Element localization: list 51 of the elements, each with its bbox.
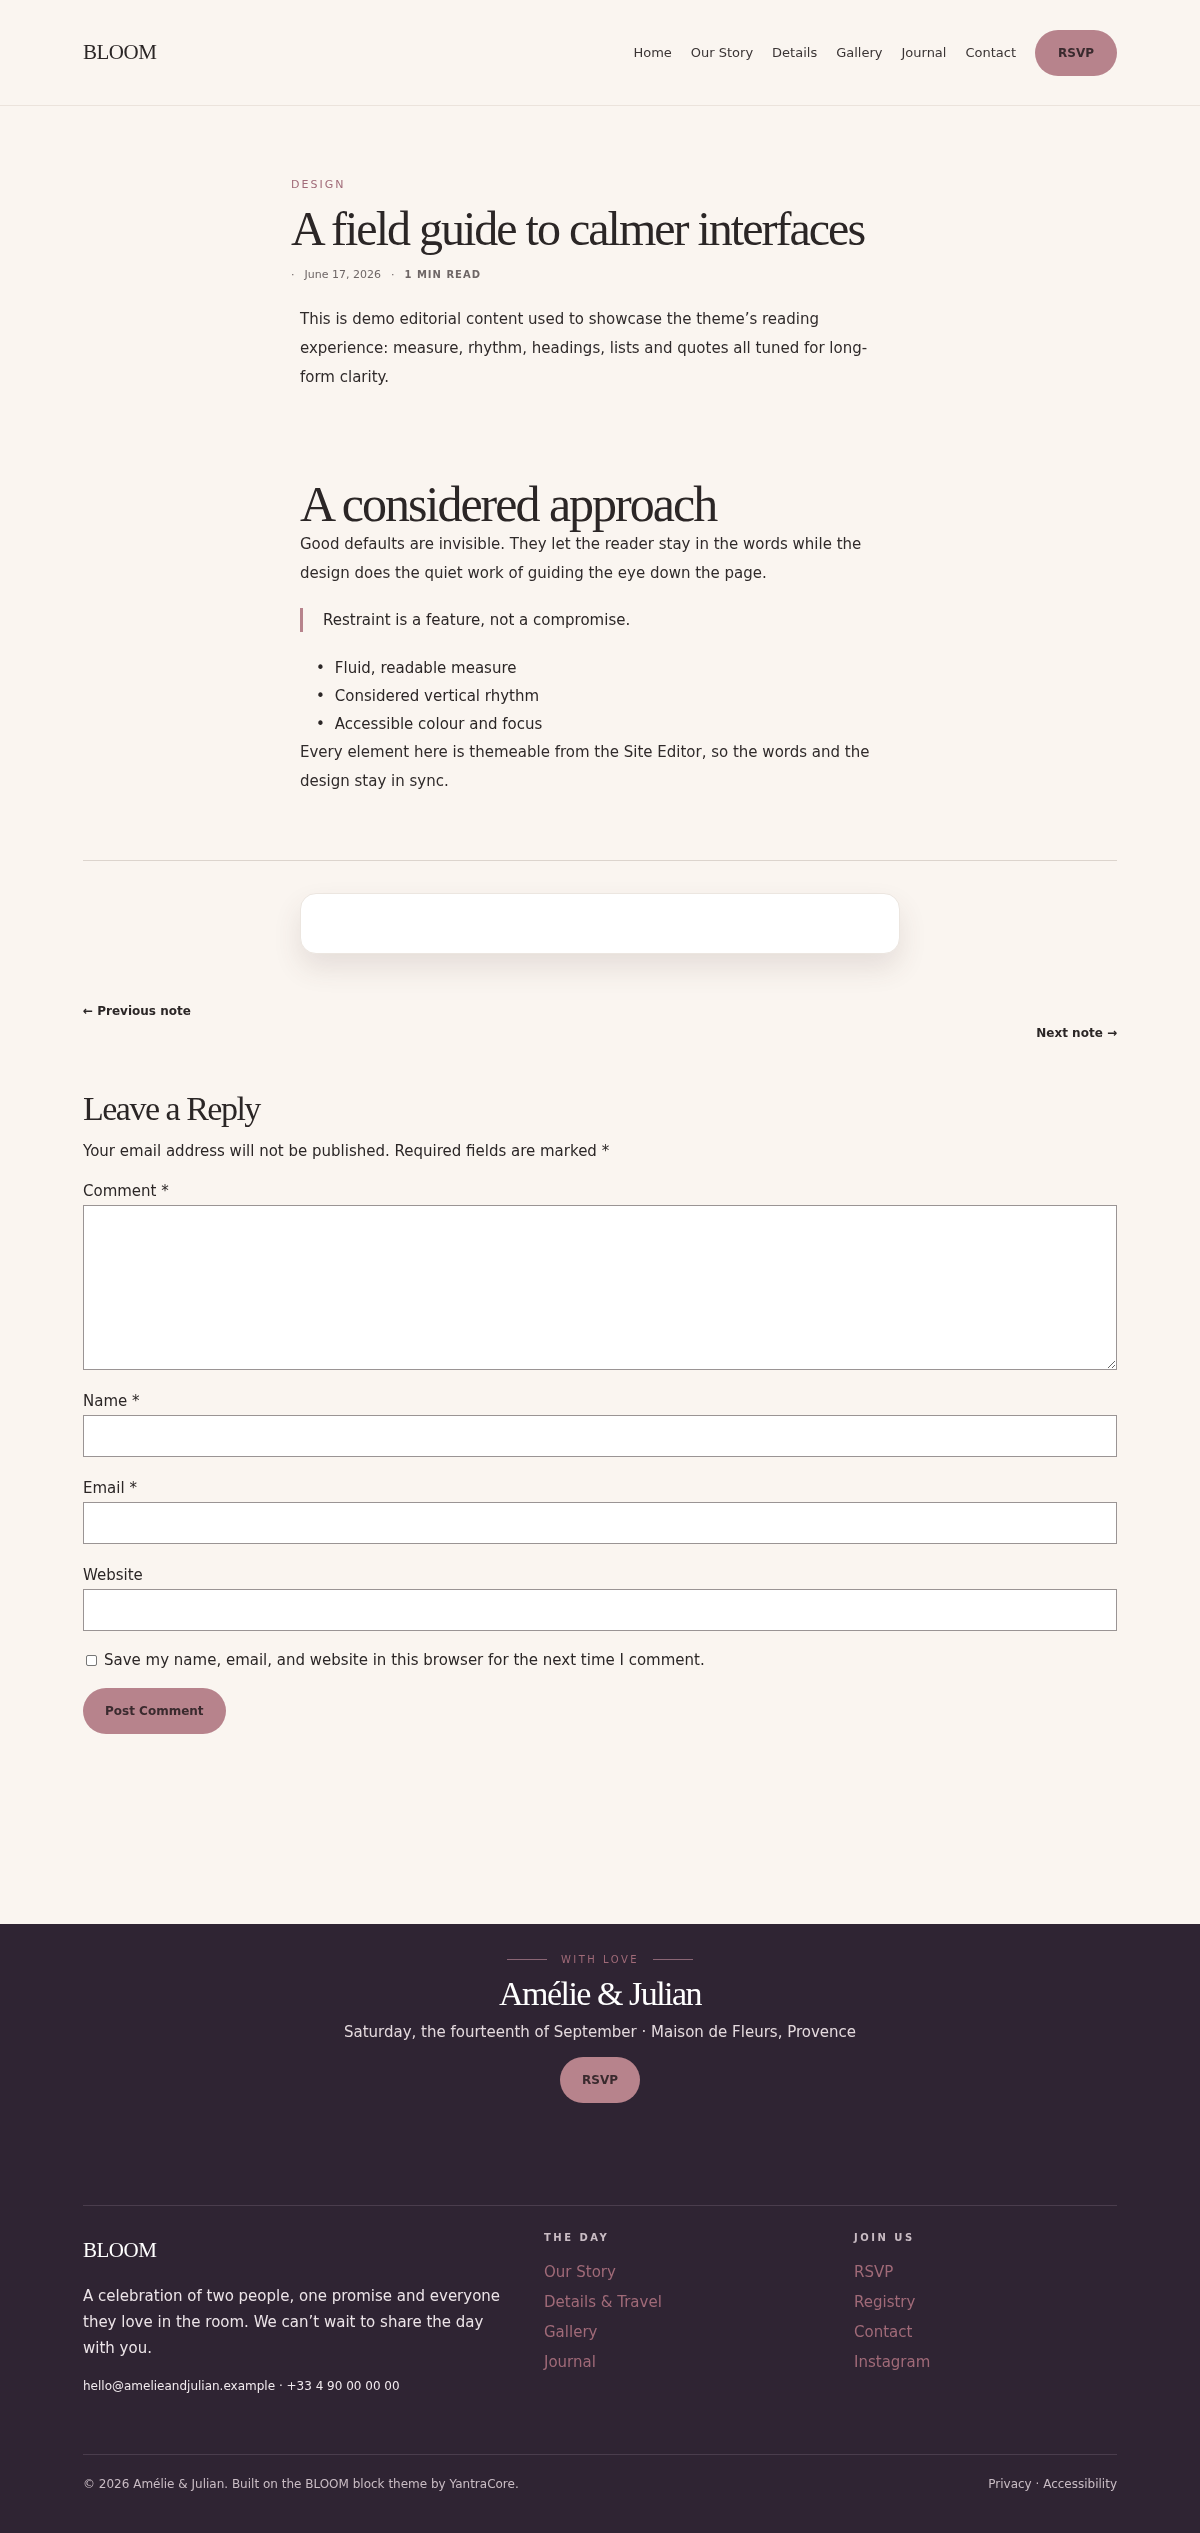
about-text: A celebration of two people, one promise and everyone they love in the room. We can’t wait to share the day with you. (83, 2286, 502, 2360)
field-label: Name * (83, 1392, 141, 1411)
post-comment-button[interactable]: Post Comment (83, 1688, 226, 1735)
reply-note: Your email address will not be published. Required fields are marked * (83, 1142, 611, 1161)
nav-link[interactable]: Details (772, 45, 818, 60)
next-post-link[interactable]: Next note → (1036, 1026, 1117, 1041)
body-paragraph: Every element here is themeable from the Site Editor, so the words and the design stay in sync. (300, 742, 871, 793)
pull-quote: Restraint is a feature, not a compromise. (300, 608, 900, 633)
couple-names: Amélie & Julian (498, 1975, 702, 2014)
input-field[interactable] (83, 1589, 1117, 1632)
column-title: JOIN US (854, 2232, 916, 2244)
field-label: Comment * (83, 1182, 170, 1201)
category-label: DESIGN (291, 178, 347, 191)
eyebrow-label: WITH LOVE (560, 1954, 640, 1966)
comment-field[interactable] (83, 1205, 1117, 1371)
article-title: A field guide to calmer interfaces (291, 203, 866, 256)
bullet: • (316, 658, 325, 680)
post-date: June 17, 2026 (304, 267, 381, 281)
legal-links[interactable]: Privacy · Accessibility (988, 2477, 1117, 2492)
section-heading: A considered approach (300, 477, 718, 531)
checkbox[interactable] (86, 1654, 97, 1666)
contact-info: hello@amelieandjulian.example · +33 4 90 00 00 00 (83, 2379, 401, 2394)
meta-separator: · (390, 267, 395, 281)
list-item: Fluid, readable measure (334, 658, 517, 680)
consent-label: Save my name, email, and website in this browser for the next time I comment. (104, 1651, 705, 1670)
nav-link[interactable]: Home (633, 45, 672, 60)
input-field[interactable] (83, 1415, 1117, 1458)
list-item: Considered vertical rhythm (334, 686, 540, 708)
previous-post-link[interactable]: ← Previous note (83, 1004, 191, 1019)
field-label: Email * (83, 1479, 138, 1498)
meta-separator: · (291, 267, 295, 281)
field-label: Website (83, 1566, 144, 1585)
nav-link[interactable]: Our Story (690, 45, 754, 60)
bullet: • (316, 686, 325, 708)
site-logo[interactable]: BLOOM (83, 40, 157, 65)
reply-heading: Leave a Reply (83, 1090, 262, 1129)
column-title: THE DAY (544, 2232, 611, 2244)
nav-link[interactable]: Gallery (836, 45, 883, 60)
intro-paragraph: This is demo editorial content used to showcase the theme’s reading experience: measure, rhythm, headings, lists and quotes all tuned for long-form clarity. (300, 308, 869, 388)
rsvp-button[interactable]: RSVP (1035, 29, 1117, 76)
copyright-text: © 2026 Amélie & Julian. Built on the BLOOM block theme by YantraCore. (83, 2477, 519, 2492)
event-details: Saturday, the fourteenth of September · Maison de Fleurs, Provence (343, 2023, 857, 2042)
input-field[interactable] (83, 1502, 1117, 1545)
bullet: • (316, 714, 325, 736)
read-time: 1 MIN READ (404, 268, 481, 280)
footer-logo[interactable]: BLOOM (83, 2238, 544, 2264)
rsvp-button[interactable]: RSVP (560, 2057, 640, 2104)
nav-link[interactable]: Journal (901, 45, 947, 60)
list-item: Accessible colour and focus (334, 714, 543, 736)
body-paragraph: Good defaults are invisible. They let the reader stay in the words while the design does the quiet work of guiding the eye down the page. (300, 534, 863, 585)
nav-link[interactable]: Contact (965, 45, 1017, 60)
